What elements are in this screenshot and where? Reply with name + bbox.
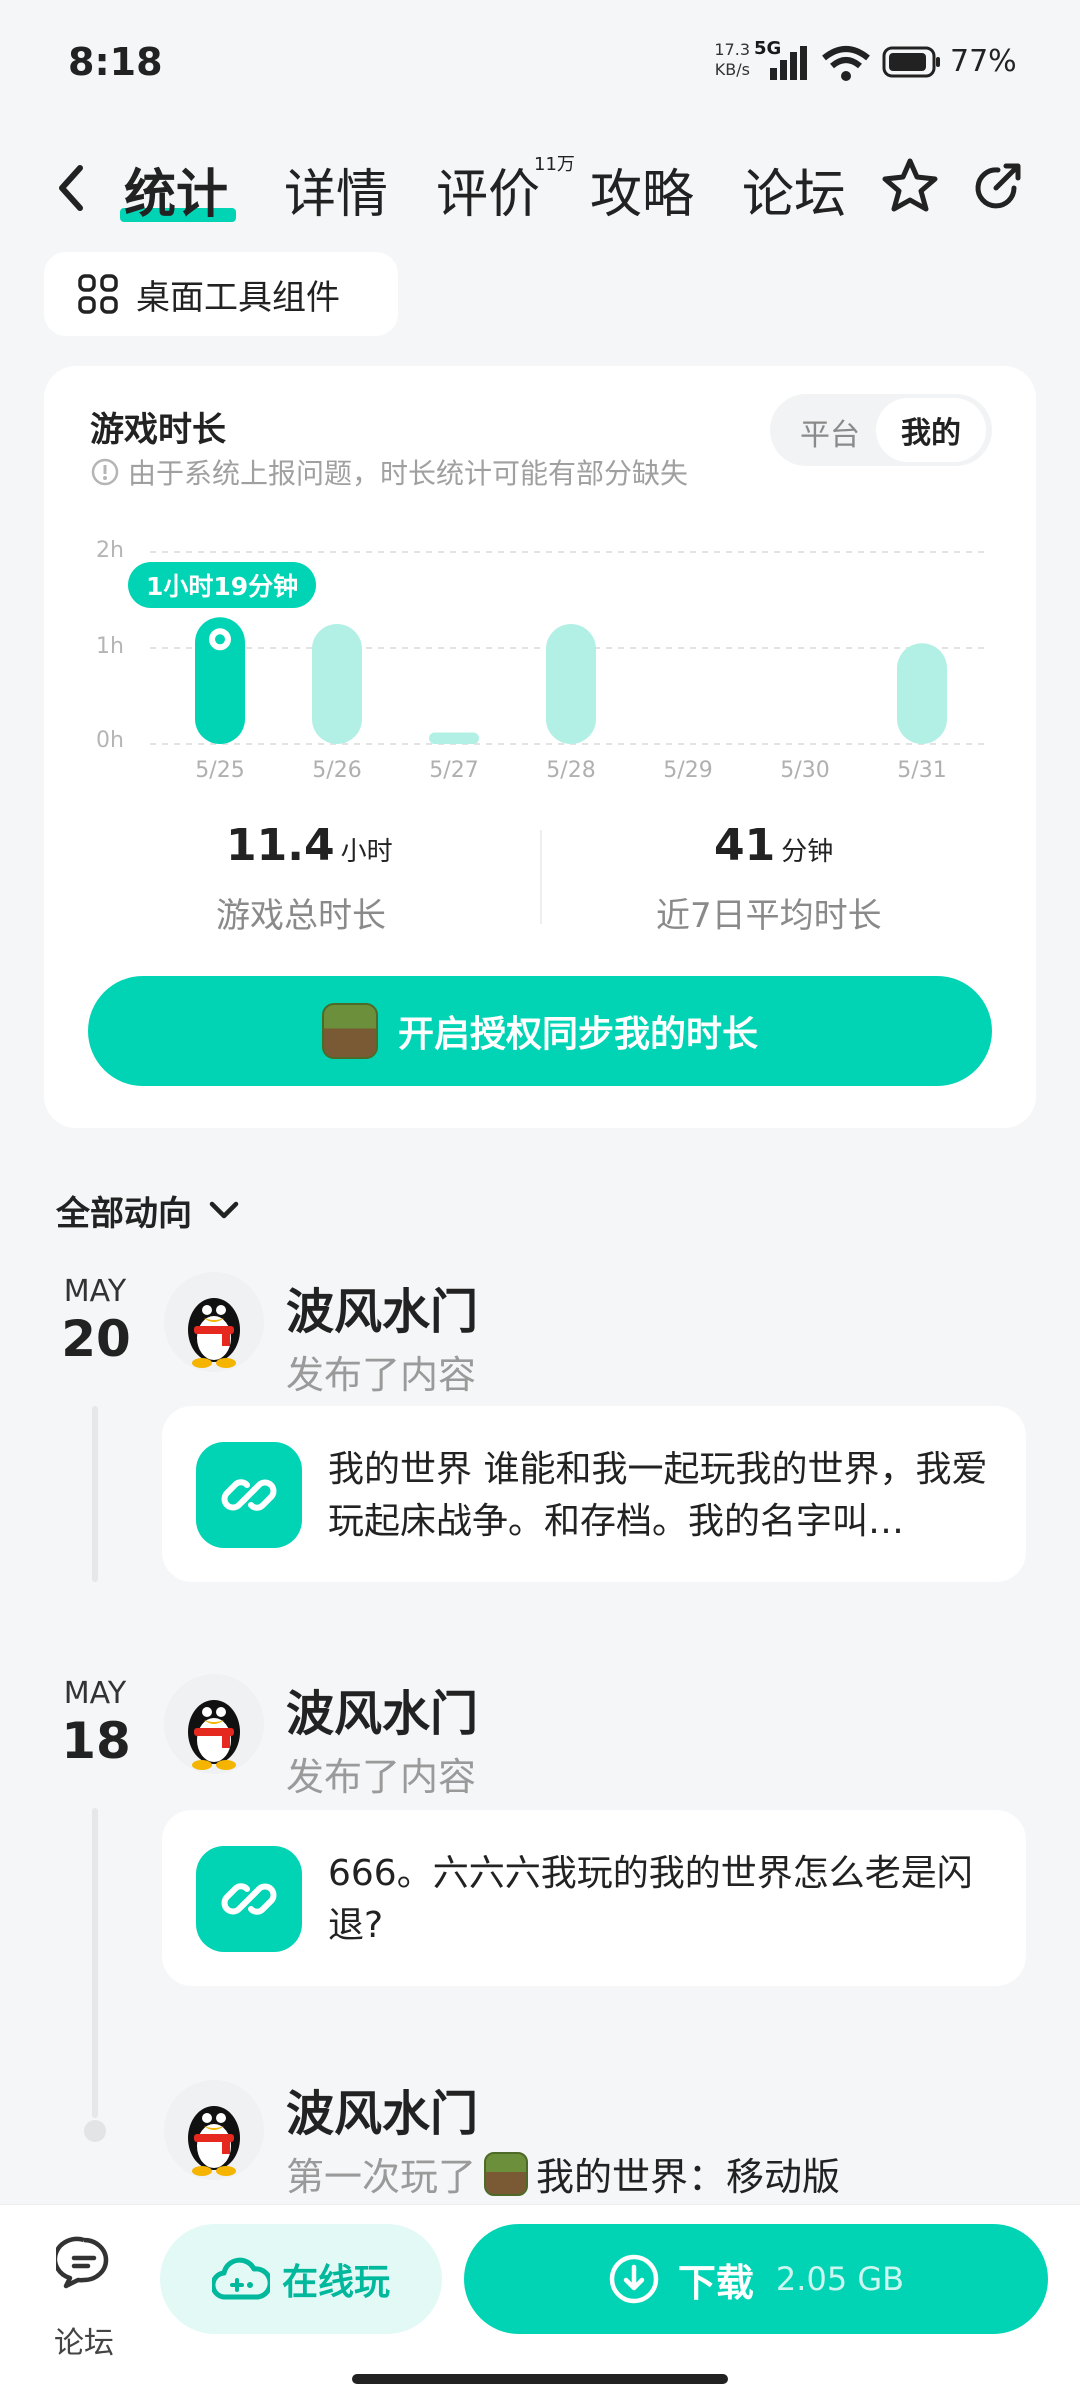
stat-divider [540, 830, 542, 924]
link-icon [221, 1883, 277, 1915]
play-online-button[interactable]: 在线玩 [160, 2224, 442, 2334]
timeline-line [92, 1808, 98, 2118]
total-value: 11.4 [226, 820, 335, 871]
x-tick-label: 5/31 [897, 758, 947, 783]
avg-unit: 分钟 [781, 837, 834, 867]
post-month: MAY [63, 1274, 127, 1309]
download-icon [609, 2254, 659, 2304]
avg-value: 41 [714, 820, 776, 871]
x-tick-label: 5/29 [663, 758, 713, 783]
chevron-down-icon [209, 1201, 239, 1218]
sync-playtime-label: 开启授权同步我的时长 [397, 1014, 758, 1055]
x-tick-label: 5/30 [780, 758, 830, 783]
avatar[interactable] [164, 1272, 264, 1372]
game-icon [321, 1003, 378, 1059]
penguin-avatar-icon [188, 2106, 240, 2176]
timeline-line [92, 1406, 98, 1582]
timeline-dot [84, 2120, 106, 2142]
bar[interactable] [897, 643, 947, 744]
bar-marker-dot [215, 634, 225, 645]
username[interactable]: 波风水门 [286, 1272, 478, 1342]
avg-playtime: 41 分钟 [714, 820, 833, 871]
bar[interactable] [429, 732, 479, 744]
forum-label[interactable]: 论坛 [54, 2318, 114, 2362]
action-text: 第一次玩了 我的世界：移动版 [286, 2146, 840, 2201]
download-size: 2.05 GB [775, 2260, 905, 2298]
game-name[interactable]: 我的世界：移动版 [536, 2146, 840, 2201]
action-prefix: 第一次玩了 [286, 2155, 477, 2199]
link-icon [221, 1479, 277, 1511]
x-tick-label: 5/27 [429, 758, 479, 783]
x-tick-label: 5/28 [546, 758, 596, 783]
username[interactable]: 波风水门 [286, 2074, 478, 2144]
playtime-chart [150, 551, 990, 745]
x-tick-label: 5/25 [195, 758, 245, 783]
cloud-gamepad-icon [211, 2257, 270, 2300]
download-button[interactable]: 下载 2.05 GB [464, 2224, 1048, 2334]
username[interactable]: 波风水门 [286, 1674, 478, 1744]
post-link-badge [196, 1442, 302, 1548]
sync-playtime-button[interactable]: 开启授权同步我的时长 [88, 976, 992, 1086]
feed-filter[interactable]: 全部动向 [56, 1186, 244, 1235]
home-indicator[interactable] [352, 2374, 728, 2384]
post-day: 18 [61, 1712, 131, 1770]
x-tick-label: 5/26 [312, 758, 362, 783]
total-label: 游戏总时长 [216, 896, 386, 936]
action-text: 发布了内容 [286, 1353, 477, 1397]
post-text: 我的世界 谁能和我一起玩我的世界，我爱玩起床战争。和存档。我的名字叫… [328, 1449, 988, 1542]
play-online-label: 在线玩 [281, 2262, 390, 2303]
post-link-badge [196, 1846, 302, 1952]
forum-chat-icon[interactable] [56, 2236, 112, 2290]
avatar[interactable] [164, 2080, 264, 2180]
bar-tooltip: 1小时19分钟 [128, 562, 317, 608]
post-month: MAY [63, 1676, 127, 1711]
post-text: 666。六六六我玩的我的世界怎么老是闪退? [328, 1853, 973, 1946]
bar[interactable] [312, 624, 362, 744]
action-text: 发布了内容 [286, 1755, 477, 1799]
total-unit: 小时 [340, 837, 393, 867]
penguin-avatar-icon [188, 1298, 240, 1368]
total-playtime: 11.4 小时 [226, 820, 393, 871]
bar[interactable] [546, 624, 596, 744]
feed-filter-label: 全部动向 [56, 1194, 192, 1234]
avatar[interactable] [164, 1674, 264, 1774]
penguin-avatar-icon [188, 1700, 240, 1770]
download-label: 下载 [677, 2260, 754, 2305]
post-day: 20 [61, 1310, 131, 1368]
game-icon [484, 2151, 529, 2196]
avg-label: 近7日平均时长 [656, 896, 882, 936]
